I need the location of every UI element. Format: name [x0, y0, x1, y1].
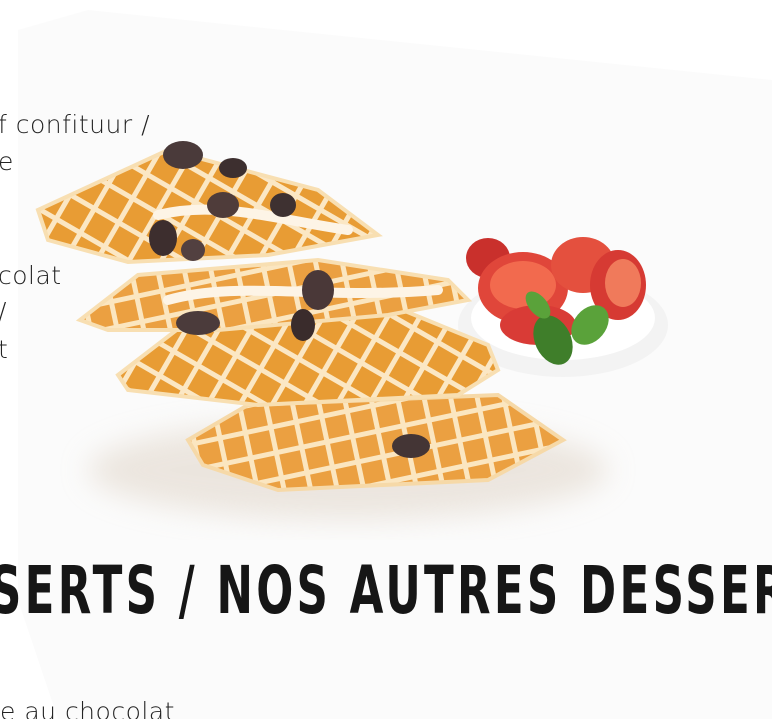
- menu-text-line: t: [0, 335, 9, 364]
- menu-text-line: /: [0, 297, 7, 326]
- menu-page: f confituur / e colat / t e au chocolat …: [0, 0, 772, 719]
- menu-text-line: e au chocolat: [0, 697, 175, 719]
- menu-text-line: colat: [0, 261, 62, 290]
- menu-text-line: e: [0, 147, 14, 176]
- menu-text-line: f confituur /: [0, 110, 151, 139]
- section-heading: SERTS / NOS AUTRES DESSERTS: [0, 552, 772, 629]
